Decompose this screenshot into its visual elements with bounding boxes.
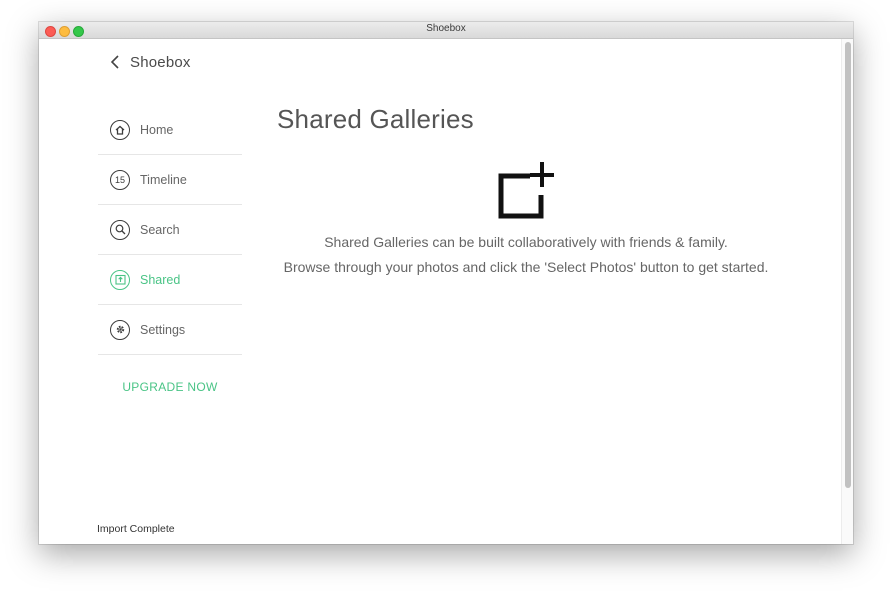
sidebar-item-label: Home <box>140 122 174 137</box>
sidebar-item-shared[interactable]: Shared <box>98 255 242 305</box>
back-label: Shoebox <box>130 53 191 71</box>
empty-state-message: Shared Galleries can be built collaborat… <box>324 234 728 250</box>
shared-icon <box>110 269 130 290</box>
title-bar[interactable]: Shoebox <box>39 22 853 39</box>
sidebar-item-search[interactable]: Search <box>98 205 242 255</box>
window-title: Shoebox <box>426 23 466 34</box>
page-title: Shared Galleries <box>277 104 474 134</box>
sidebar-item-settings[interactable]: Settings <box>98 305 242 355</box>
upgrade-now-link[interactable]: UPGRADE NOW <box>98 380 242 394</box>
back-button[interactable]: Shoebox <box>111 52 191 72</box>
chevron-left-icon <box>111 55 119 69</box>
home-icon <box>110 119 130 140</box>
sidebar-item-home[interactable]: Home <box>98 105 242 155</box>
status-text: Import Complete <box>97 523 175 535</box>
timeline-icon: 15 <box>110 169 130 190</box>
sidebar-item-label: Settings <box>140 322 186 337</box>
sidebar-nav: Home 15 Timeline Search Shared Settings <box>98 105 242 355</box>
sidebar-item-label: Search <box>140 222 180 237</box>
sidebar-item-timeline[interactable]: 15 Timeline <box>98 155 242 205</box>
app-window: Shoebox Shoebox Home 15 Timeline Search <box>39 22 853 544</box>
empty-state-instructions: Browse through your photos and click the… <box>283 259 769 275</box>
search-icon <box>110 219 130 240</box>
sidebar-item-label: Shared <box>140 272 181 287</box>
add-gallery-icon <box>498 162 554 219</box>
sidebar-item-label: Timeline <box>140 172 187 187</box>
scrollbar-thumb[interactable] <box>845 42 851 488</box>
gear-icon <box>110 319 130 340</box>
